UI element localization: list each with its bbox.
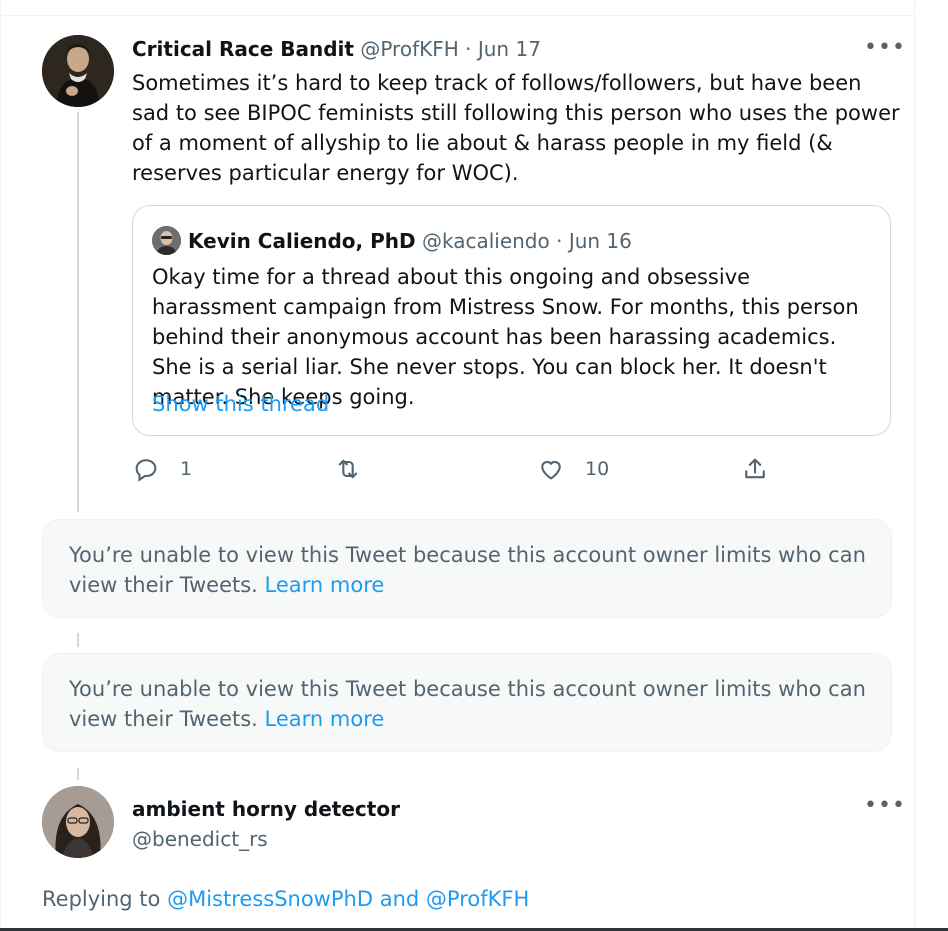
reply-button[interactable]: 1 <box>132 455 192 483</box>
show-thread-link[interactable]: Show this thread <box>152 389 329 419</box>
tweet-text: Sometimes it’s hard to keep track of fol… <box>132 71 900 185</box>
author-name[interactable]: ambient horny detector <box>132 795 400 823</box>
like-icon <box>541 460 561 480</box>
avatar[interactable] <box>42 35 114 107</box>
learn-more-link[interactable]: Learn more <box>265 707 385 731</box>
mention-link[interactable]: @MistressSnowPhD <box>167 887 373 911</box>
author-name[interactable]: Critical Race Bandit <box>132 37 354 61</box>
replying-prefix: Replying to <box>42 887 161 911</box>
unavailable-tweet-notice: You’re unable to view this Tweet because… <box>42 519 892 618</box>
like-button[interactable]: 10 <box>537 455 609 483</box>
quote-author-handle: @kacaliendo <box>421 229 550 253</box>
quote-date: Jun 16 <box>568 229 632 253</box>
unavailable-text: You’re unable to view this Tweet because… <box>69 677 866 731</box>
share-button[interactable] <box>741 455 769 483</box>
learn-more-link[interactable]: Learn more <box>265 573 385 597</box>
column-border-left <box>0 0 1 931</box>
tweet-divider <box>0 15 915 16</box>
thread-connector-line <box>77 112 79 512</box>
more-icon[interactable]: ••• <box>864 795 905 817</box>
more-icon[interactable]: ••• <box>864 37 905 59</box>
reply-icon <box>135 459 157 482</box>
quote-avatar <box>152 226 181 255</box>
mention-link[interactable]: @ProfKFH <box>426 887 529 911</box>
column-border-right <box>914 0 915 931</box>
author-handle[interactable]: @ProfKFH <box>360 37 458 61</box>
quote-header: Kevin Caliendo, PhD @kacaliendo · Jun 16 <box>188 227 632 255</box>
replying-and: and <box>379 887 420 911</box>
quote-author-name: Kevin Caliendo, PhD <box>188 229 416 253</box>
share-icon <box>745 458 765 479</box>
author-handle[interactable]: @benedict_rs <box>132 825 268 853</box>
thread-connector-line <box>77 768 79 780</box>
thread-connector-line <box>77 633 79 647</box>
like-count: 10 <box>585 458 610 480</box>
tweet-date[interactable]: Jun 17 <box>478 37 541 61</box>
separator-dot: · <box>465 37 472 61</box>
avatar[interactable] <box>42 786 114 858</box>
replying-to: Replying to @MistressSnowPhD and @ProfKF… <box>42 884 529 914</box>
reply-count: 1 <box>180 458 193 480</box>
unavailable-tweet-notice: You’re unable to view this Tweet because… <box>42 653 892 752</box>
unavailable-text: You’re unable to view this Tweet because… <box>69 543 866 597</box>
retweet-icon <box>338 459 358 479</box>
separator-dot: · <box>556 229 563 253</box>
tweet-header: Critical Race Bandit @ProfKFH · Jun 17 <box>132 35 541 63</box>
retweet-button[interactable] <box>334 455 382 483</box>
